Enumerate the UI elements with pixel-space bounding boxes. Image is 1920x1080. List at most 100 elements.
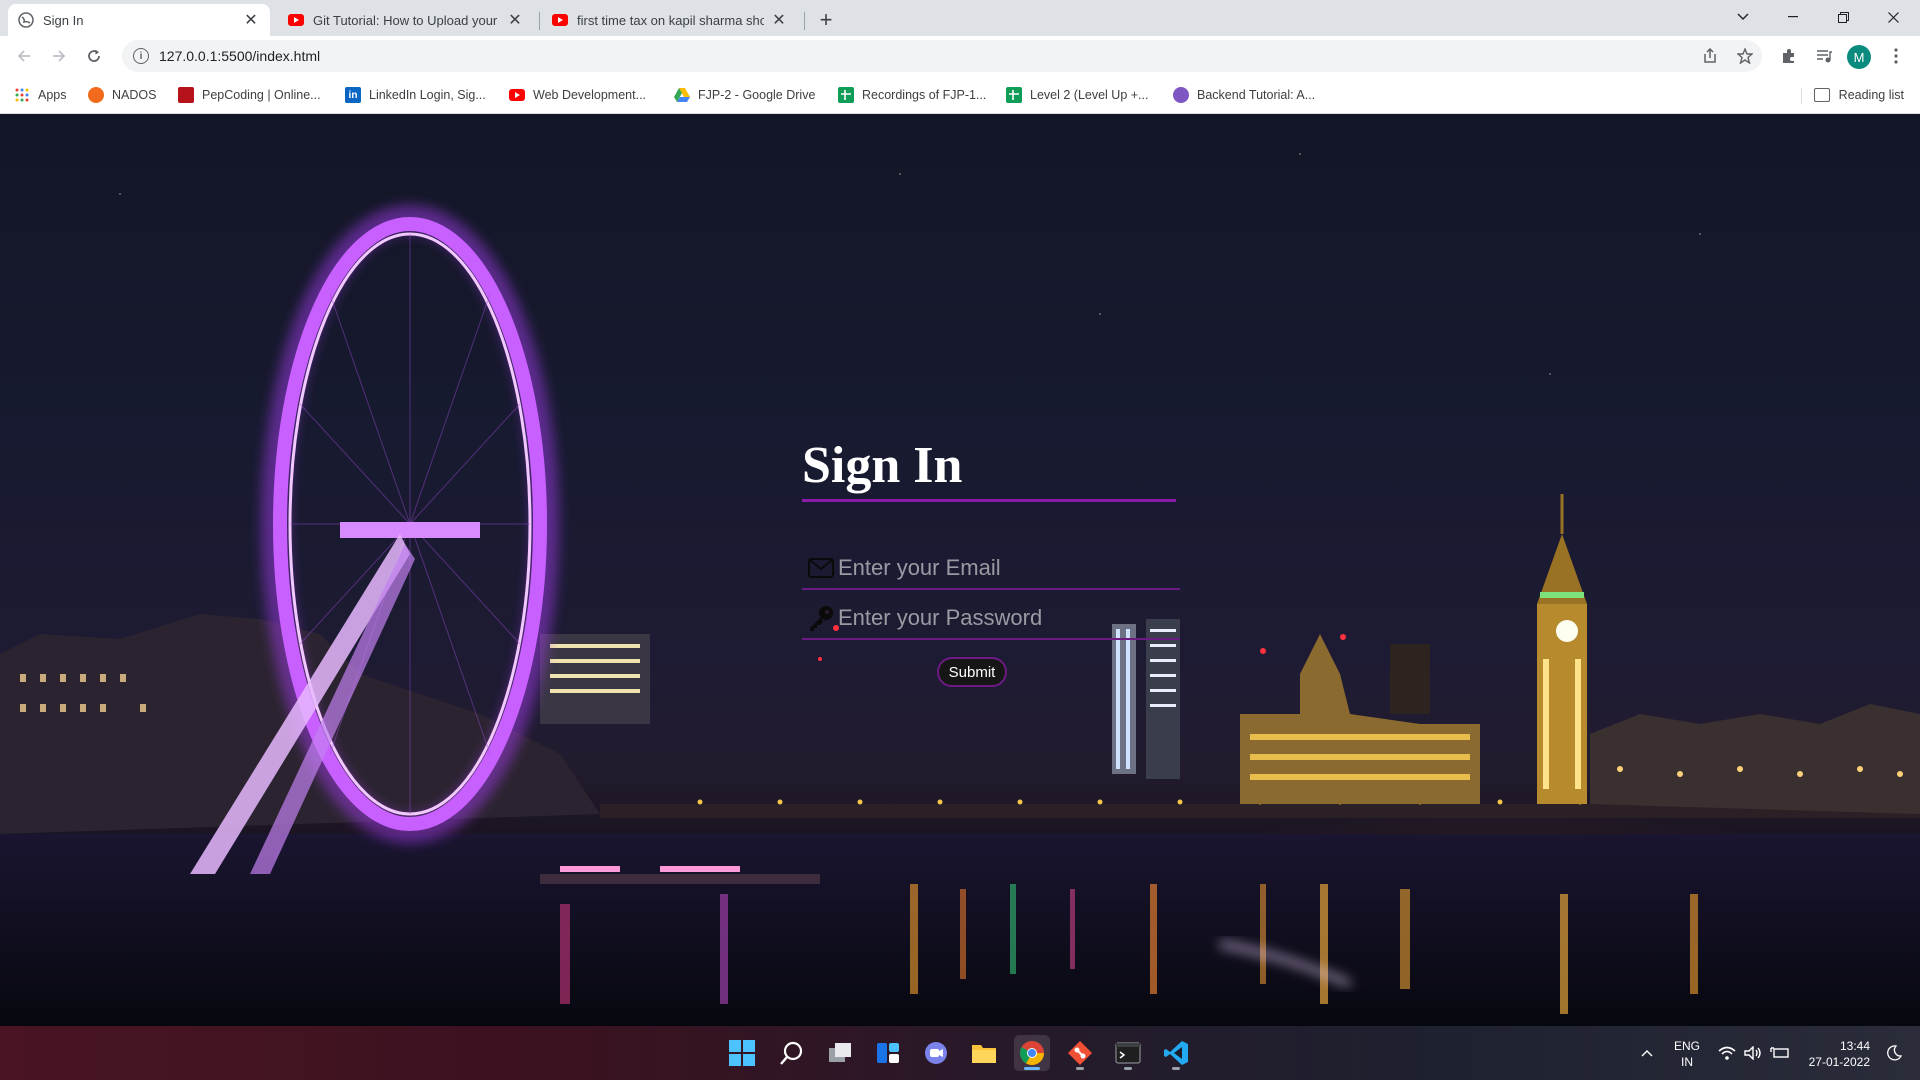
- envelope-icon: [806, 553, 836, 583]
- page-viewport: Sign In Submit: [0, 114, 1920, 1026]
- back-button[interactable]: [10, 42, 38, 70]
- battery-button[interactable]: [1770, 1026, 1790, 1080]
- bookmark-label: NADOS: [112, 88, 157, 102]
- title-underline: [802, 499, 1176, 502]
- start-button[interactable]: [724, 1035, 760, 1071]
- close-window-button[interactable]: [1870, 0, 1916, 34]
- bookmark-label: FJP-2 - Google Drive: [698, 88, 816, 102]
- email-input[interactable]: [838, 555, 1168, 581]
- taskbar-search-button[interactable]: [774, 1035, 810, 1071]
- extensions-button[interactable]: [1777, 44, 1801, 68]
- minimize-button[interactable]: [1770, 0, 1816, 34]
- chrome-icon: [1019, 1041, 1044, 1066]
- google-sheets-icon: [838, 87, 854, 103]
- bookmark-web-development[interactable]: Web Development...: [509, 84, 646, 106]
- language-region: IN: [1681, 1055, 1693, 1069]
- vscode-button[interactable]: [1158, 1035, 1194, 1071]
- windows-taskbar: ENG IN 13:44 27-01-2022: [0, 1026, 1920, 1080]
- running-indicator: [1124, 1067, 1132, 1070]
- tab-separator: [804, 12, 805, 30]
- focus-assist-button[interactable]: [1886, 1026, 1902, 1080]
- git-icon: [1068, 1041, 1092, 1065]
- tab-close-icon[interactable]: ✕: [242, 11, 260, 29]
- share-icon: [1704, 48, 1716, 63]
- close-icon: [1887, 11, 1899, 23]
- password-field[interactable]: [802, 598, 1180, 640]
- site-info-icon[interactable]: i: [133, 48, 149, 64]
- bookmarks-bar: Apps NADOS PepCoding | Online... in Link…: [0, 76, 1920, 114]
- arrow-right-icon: [53, 50, 66, 62]
- minimize-icon: [1788, 16, 1798, 18]
- bookmark-label: LinkedIn Login, Sig...: [369, 88, 486, 102]
- bookmark-nados[interactable]: NADOS: [88, 84, 156, 106]
- speaker-icon: [1744, 1046, 1761, 1060]
- reading-list-label: Reading list: [1838, 88, 1904, 102]
- language-indicator[interactable]: ENG IN: [1672, 1038, 1702, 1070]
- show-hidden-icons-button[interactable]: [1641, 1026, 1653, 1080]
- playlist-icon: [1817, 50, 1832, 63]
- bookmark-star-button[interactable]: [1733, 44, 1757, 68]
- password-input[interactable]: [838, 605, 1168, 631]
- bookmark-label: Web Development...: [533, 88, 647, 102]
- browser-menu-button[interactable]: [1884, 44, 1908, 68]
- tab-sign-in[interactable]: Sign In ✕: [8, 4, 270, 36]
- tab-close-icon[interactable]: ✕: [506, 11, 524, 29]
- email-field[interactable]: [802, 548, 1180, 590]
- tab-kapil-sharma[interactable]: first time tax on kapil sharma sho ✕: [542, 4, 798, 36]
- task-view-button[interactable]: [822, 1035, 858, 1071]
- tab-search-button[interactable]: [1720, 0, 1766, 34]
- bookmark-apps[interactable]: Apps: [14, 84, 67, 106]
- git-gui-button[interactable]: [1062, 1035, 1098, 1071]
- battery-icon: [1770, 1047, 1789, 1058]
- system-clock[interactable]: 13:44 27-01-2022: [1800, 1038, 1870, 1070]
- tab-strip: Sign In ✕ Git Tutorial: How to Upload yo…: [0, 0, 1920, 36]
- terminal-button[interactable]: [1110, 1035, 1146, 1071]
- reading-list-button[interactable]: Reading list: [1813, 84, 1904, 106]
- file-explorer-button[interactable]: [966, 1035, 1002, 1071]
- chevron-up-icon: [1641, 1050, 1653, 1057]
- address-bar[interactable]: i 127.0.0.1:5500/index.html: [122, 40, 1762, 72]
- forward-button[interactable]: [45, 42, 73, 70]
- bookmark-pepcoding[interactable]: PepCoding | Online...: [178, 84, 321, 106]
- network-button[interactable]: [1718, 1026, 1736, 1080]
- profile-avatar[interactable]: M: [1847, 45, 1871, 69]
- running-indicator: [1076, 1067, 1084, 1070]
- teams-chat-button[interactable]: [918, 1035, 954, 1071]
- address-url: 127.0.0.1:5500/index.html: [159, 48, 321, 64]
- media-control-button[interactable]: [1812, 44, 1836, 68]
- more-vertical-icon: [1894, 48, 1898, 64]
- google-drive-icon: [674, 87, 690, 103]
- bookmark-backend-tutorial[interactable]: Backend Tutorial: A...: [1173, 84, 1315, 106]
- restore-icon: [1837, 11, 1849, 23]
- bookmark-level2[interactable]: Level 2 (Level Up +...: [1006, 84, 1148, 106]
- tab-git-tutorial[interactable]: Git Tutorial: How to Upload your ✕: [278, 4, 534, 36]
- nados-icon: [88, 87, 104, 103]
- bookmark-linkedin[interactable]: in LinkedIn Login, Sig...: [345, 84, 486, 106]
- linkedin-icon: in: [345, 87, 361, 103]
- volume-button[interactable]: [1744, 1026, 1762, 1080]
- star-icon: [1737, 48, 1753, 64]
- globe-icon: [18, 12, 34, 28]
- vscode-icon: [1164, 1041, 1188, 1065]
- folder-icon: [972, 1045, 996, 1063]
- widgets-icon: [877, 1043, 899, 1063]
- bookmark-recordings-fjp1[interactable]: Recordings of FJP-1...: [838, 84, 986, 106]
- chrome-taskbar-button[interactable]: [1014, 1035, 1050, 1071]
- share-button[interactable]: [1698, 44, 1722, 68]
- tab-close-icon[interactable]: ✕: [770, 11, 788, 29]
- reload-button[interactable]: [80, 42, 108, 70]
- reading-list-icon: [1813, 88, 1830, 102]
- page-title: Sign In: [802, 437, 963, 494]
- restore-button[interactable]: [1820, 0, 1866, 34]
- terminal-icon: [1115, 1042, 1141, 1064]
- widgets-button[interactable]: [870, 1035, 906, 1071]
- wifi-icon: [1718, 1046, 1736, 1060]
- pepcoding-icon: [178, 87, 194, 103]
- new-tab-button[interactable]: +: [812, 6, 840, 34]
- submit-button[interactable]: Submit: [937, 657, 1007, 687]
- youtube-icon: [509, 87, 525, 103]
- running-indicator: [1172, 1067, 1180, 1070]
- youtube-icon: [552, 12, 568, 28]
- tab-title: Git Tutorial: How to Upload your: [313, 12, 498, 28]
- bookmark-fjp2-drive[interactable]: FJP-2 - Google Drive: [674, 84, 815, 106]
